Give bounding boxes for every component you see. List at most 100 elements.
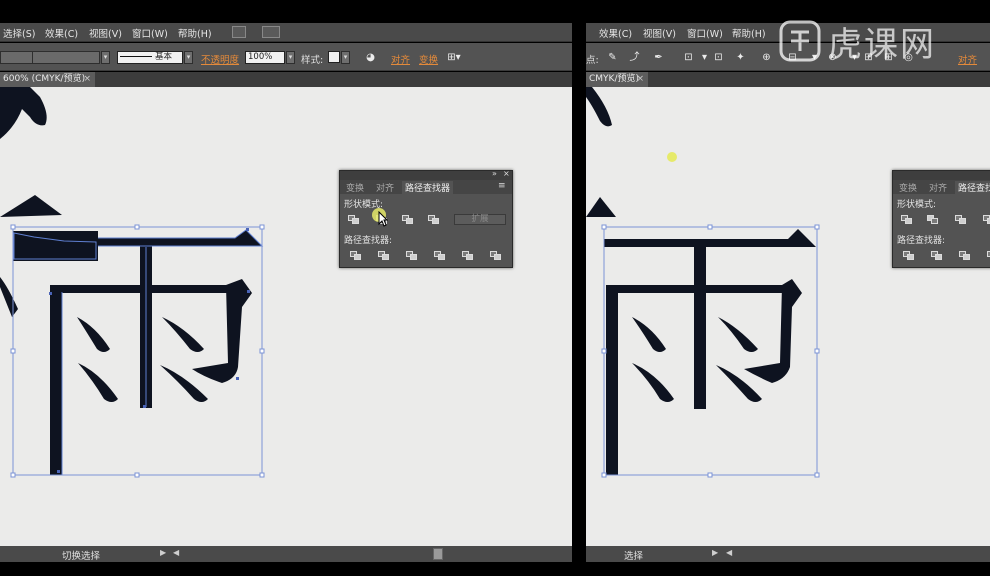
intersect-button[interactable] [402,215,413,225]
collapse-icon[interactable]: » [492,169,497,178]
document-tab[interactable]: CMYK/预览) × [586,72,648,87]
menu-window[interactable]: 窗口(W) [132,26,168,40]
document-tab-label: 600% (CMYK/预览) [3,74,86,84]
partial-glyph-top [586,87,612,127]
align-link[interactable]: 对齐 [391,52,410,66]
anchor-points-label: 点: [586,55,599,66]
cursor-icon [378,211,388,227]
document-tab-label: CMYK/预览) [589,74,639,84]
tab-align[interactable]: 对齐 [929,181,947,194]
artwork [0,87,265,478]
hide-handles-icon[interactable]: ⊡ [712,52,725,63]
artwork [586,87,820,478]
artboard-canvas[interactable]: » × 变换 对齐 路径查找器 ≡ 形状模式: 扩展 路径查找器: [0,87,572,546]
minus-front-button[interactable] [927,215,938,225]
close-icon[interactable]: × [503,169,510,178]
rain-glyph [13,230,262,475]
close-icon[interactable]: × [636,72,644,87]
handles-icon[interactable]: ⤴ [628,52,641,63]
document-tab-bar: 600% (CMYK/预览) × [0,72,572,87]
left-screen: 选择(S) 效果(C) 视图(V) 窗口(W) 帮助(H) ▾ 基本 ▾ 不透明… [0,0,572,576]
dropdown-icon[interactable]: ▾ [101,51,110,64]
menu-bar: 选择(S) 效果(C) 视图(V) 窗口(W) 帮助(H) [0,23,572,42]
pathfinders-label: 路径查找器: [897,236,946,246]
status-text: 切换选择 [62,551,101,562]
artboard-canvas[interactable]: 变换 对齐 路径查找 形状模式: 路径查找器: [586,87,990,546]
dropdown-icon[interactable]: ▾ [341,51,350,64]
arrange-documents-icon[interactable] [262,26,280,38]
status-menu-arrow-icon[interactable]: ▶ [160,548,166,557]
rain-glyph [604,229,816,475]
menu-help[interactable]: 帮助(H) [732,26,766,40]
anchor-connect-icon[interactable]: ⊕ [760,52,773,63]
scroll-left-icon[interactable]: ◀ [726,548,732,557]
recolor-artwork-icon[interactable]: ◕ [364,52,377,63]
dropdown-icon[interactable]: ▾ [184,51,193,64]
menu-view[interactable]: 视图(V) [89,26,122,40]
unite-button[interactable] [901,215,912,225]
close-icon[interactable]: × [83,72,91,87]
dropdown-icon[interactable]: ▾ [286,51,295,64]
trim-button[interactable] [378,251,389,261]
transform-link[interactable]: 变换 [419,52,438,66]
divide-button[interactable] [350,251,361,261]
panel-tabs: 变换 对齐 路径查找 [893,180,990,194]
pen-icon[interactable]: ✒ [652,52,665,63]
style-label: 样式: [301,55,324,66]
tab-pathfinder[interactable]: 路径查找器 [402,181,454,194]
expand-button[interactable]: 扩展 [454,214,506,225]
menu-effect[interactable]: 效果(C) [599,26,632,40]
style-swatch[interactable] [328,51,340,63]
isolate-group-icon[interactable]: ⊞▾ [444,52,464,63]
document-tab-bar: CMYK/预览) × [586,72,990,87]
panel-tabs: 变换 对齐 路径查找器 ≡ [340,180,512,194]
menu-window[interactable]: 窗口(W) [687,26,723,40]
crop-button[interactable] [434,251,445,261]
dropdown-icon[interactable]: ▾ [698,52,711,63]
opacity-input[interactable]: 100% [245,51,285,64]
intersect-button[interactable] [955,215,966,225]
menu-select[interactable]: 选择(S) [3,26,35,40]
horizontal-scroll-thumb[interactable] [433,548,443,560]
minus-back-button[interactable] [490,251,501,261]
divide-button[interactable] [903,251,914,261]
opacity-link[interactable]: 不透明度 [201,52,239,66]
partial-glyph-top [0,87,47,139]
tab-transform[interactable]: 变换 [899,181,917,194]
menu-effect[interactable]: 效果(C) [45,26,78,40]
stroke-style-label: 基本 [155,52,173,62]
exclude-button[interactable] [983,215,990,225]
outline-button[interactable] [462,251,473,261]
control-bar: ▾ 基本 ▾ 不透明度 100% ▾ 样式: ▾ ◕ 对齐 变换 ⊞▾ [0,43,572,71]
shape-modes-label: 形状模式: [897,200,937,210]
status-bar: 选择 ▶ ◀ [586,546,990,562]
tab-transform[interactable]: 变换 [346,181,364,194]
bounding-box[interactable] [10,224,265,478]
scroll-left-icon[interactable]: ◀ [173,548,179,557]
right-screen: 效果(C) 视图(V) 窗口(W) 帮助(H) 点: ✎ ⤴ ✒ ⊡ ▾ ⊡ ✦… [586,0,990,576]
bridge-icon[interactable] [232,26,246,38]
exclude-button[interactable] [428,215,439,225]
document-tab[interactable]: 600% (CMYK/预览) × [0,72,95,87]
status-bar: 切换选择 ▶ ◀ [0,546,572,562]
trim-button[interactable] [931,251,942,261]
remove-anchor-icon[interactable]: ✦ [734,52,747,63]
brush-definition-field[interactable]: 基本 [117,51,183,64]
menu-view[interactable]: 视图(V) [643,26,676,40]
pathfinder-panel: » × 变换 对齐 路径查找器 ≡ 形状模式: 扩展 路径查找器: [339,169,513,268]
tab-align[interactable]: 对齐 [376,181,394,194]
show-handles-icon[interactable]: ⊡ [682,52,695,63]
convert-anchor-icon[interactable]: ✎ [606,52,619,63]
status-menu-arrow-icon[interactable]: ▶ [712,548,718,557]
partial-glyph-dot [0,195,62,217]
stroke-weight-field[interactable] [32,51,100,64]
merge-button[interactable] [959,251,970,261]
unite-button[interactable] [348,215,359,225]
menu-help[interactable]: 帮助(H) [178,26,212,40]
tab-pathfinder[interactable]: 路径查找 [955,181,990,194]
watermark-text: 虎课网 [828,25,936,65]
panel-menu-icon[interactable]: ≡ [498,181,506,191]
pathfinder-panel: 变换 对齐 路径查找 形状模式: 路径查找器: [892,170,990,268]
merge-button[interactable] [406,251,417,261]
partial-glyph-dot [586,197,616,217]
